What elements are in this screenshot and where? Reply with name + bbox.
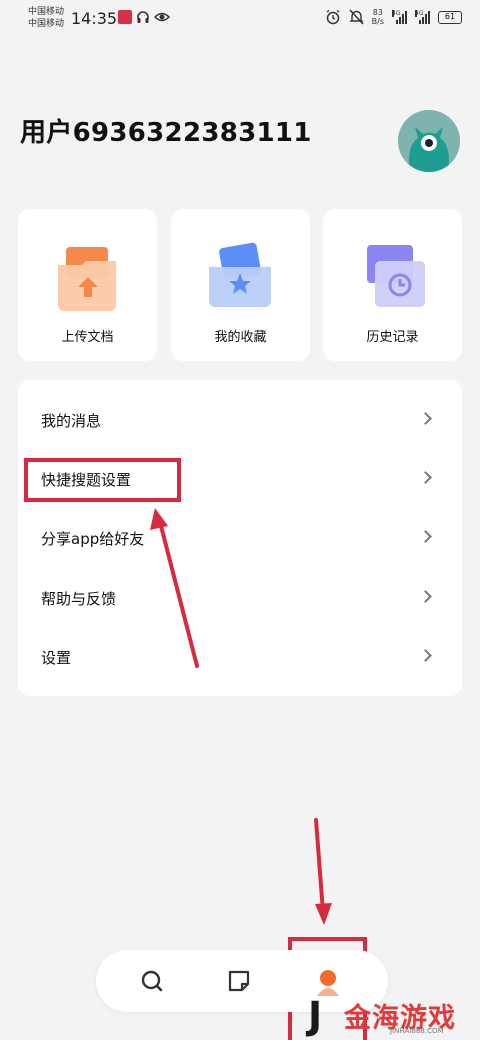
eye-icon — [154, 12, 170, 22]
arrow-to-profile-tab — [314, 818, 325, 914]
star-folder-icon — [209, 242, 271, 307]
carrier-labels: 中国移动 中国移动 — [28, 6, 64, 30]
alarm-icon — [326, 9, 340, 25]
signal-2-icon: 4G — [415, 10, 430, 24]
username[interactable]: 用户6936322383111 — [20, 112, 312, 149]
net-speed: 83 B/s — [372, 8, 384, 26]
card-favorites[interactable]: 我的收藏 — [171, 209, 310, 361]
menu-item-label: 设置 — [41, 649, 72, 667]
carrier-2: 中国移动 — [28, 19, 65, 29]
note-icon — [228, 970, 250, 992]
watermark-sub: JINHAI888.COM — [390, 1027, 444, 1035]
status-icons-left — [118, 10, 170, 24]
settings-menu: 我的消息 快捷搜题设置 分享app给好友 帮助与反馈 设置 — [18, 380, 462, 696]
status-bar: 中国移动 中国移动 14:35 83 B/s 4G 4G 61 — [0, 0, 480, 40]
signal-1-icon: 4G — [392, 10, 407, 24]
app-notification-icon — [118, 10, 132, 24]
history-clock-icon — [367, 245, 425, 307]
status-time: 14:35 — [71, 9, 118, 28]
chevron-right-icon — [419, 471, 432, 484]
carrier-1: 中国移动 — [28, 7, 65, 17]
menu-item-label: 我的消息 — [41, 412, 102, 430]
arrowhead-down — [315, 903, 332, 925]
chevron-right-icon — [419, 649, 432, 662]
card-history[interactable]: 历史记录 — [323, 209, 462, 361]
upload-folder-icon — [58, 247, 116, 311]
signal-1-label: 4G — [392, 10, 401, 17]
monster-avatar-icon — [398, 110, 460, 172]
net-speed-unit: B/s — [371, 17, 384, 26]
highlight-box-quick-search — [24, 458, 181, 502]
chevron-right-icon — [419, 530, 432, 543]
headphones-icon — [137, 11, 149, 23]
card-history-label: 历史记录 — [366, 330, 419, 345]
menu-item-help-feedback[interactable]: 帮助与反馈 — [18, 574, 462, 622]
tab-notes[interactable] — [209, 950, 269, 1012]
search-icon — [141, 970, 163, 992]
signal-2-label: 4G — [415, 10, 424, 17]
net-speed-value: 83 — [372, 8, 383, 17]
menu-item-label: 分享app给好友 — [41, 530, 145, 548]
avatar[interactable] — [398, 110, 460, 172]
menu-item-label: 帮助与反馈 — [41, 590, 117, 608]
menu-item-messages[interactable]: 我的消息 — [18, 396, 462, 444]
watermark-logo: J 金海游戏 JINHAI888.COM — [306, 994, 476, 1038]
battery-icon: 61 — [438, 10, 462, 24]
card-favorites-label: 我的收藏 — [214, 330, 267, 345]
card-upload[interactable]: 上传文档 — [18, 209, 157, 361]
tab-search[interactable] — [122, 950, 182, 1012]
watermark-letter: J — [308, 994, 323, 1038]
status-icons-right: 83 B/s 4G 4G 61 — [325, 8, 462, 26]
menu-item-share-app[interactable]: 分享app给好友 — [18, 514, 462, 562]
mute-bell-icon — [348, 9, 364, 25]
chevron-right-icon — [419, 590, 432, 603]
quick-cards: 上传文档 我的收藏 历史记录 — [18, 209, 462, 361]
chevron-right-icon — [419, 412, 432, 425]
card-upload-label: 上传文档 — [61, 330, 114, 345]
menu-item-settings[interactable]: 设置 — [18, 633, 462, 681]
